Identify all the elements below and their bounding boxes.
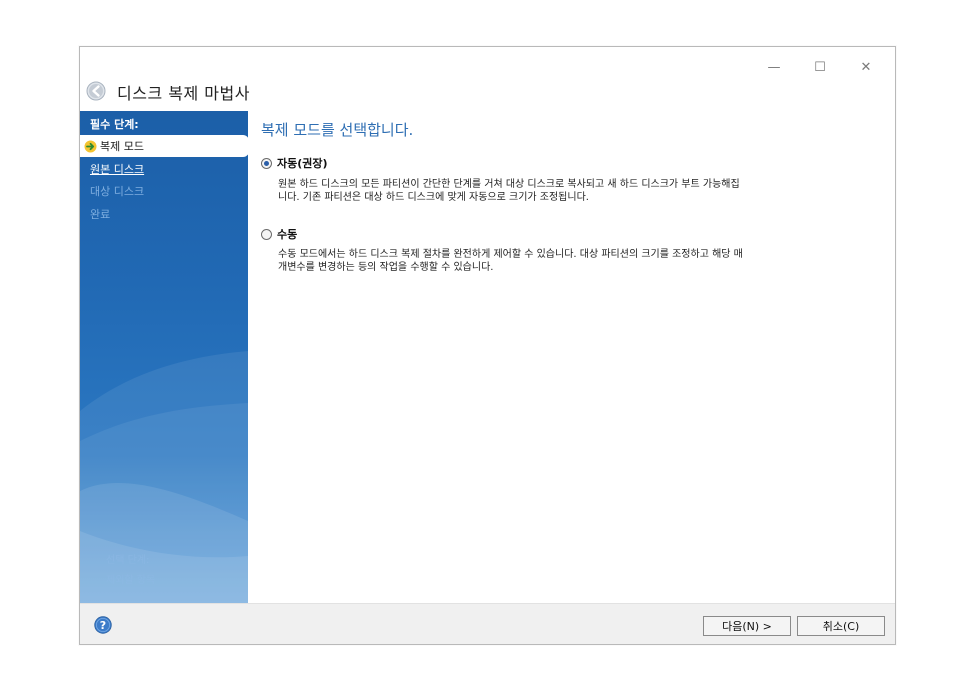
description-line: 수동 모드에서는 하드 디스크 복제 절차를 완전하게 제어할 수 있습니다. …: [278, 249, 743, 260]
cancel-button[interactable]: 취소(C): [797, 616, 885, 636]
sidebar-optional-item: 제외할 항목: [106, 575, 156, 586]
help-icon[interactable]: ?: [94, 616, 112, 634]
page-heading: 복제 모드를 선택합니다.: [261, 121, 414, 139]
back-arrow-icon[interactable]: [86, 81, 106, 101]
sidebar-heading: 필수 단계:: [90, 118, 139, 131]
title-bar: — ☐ ✕ 디스크 복제 마법사: [80, 47, 895, 110]
wizard-window: — ☐ ✕ 디스크 복제 마법사 필수 단계: 복제 모드 원본 디스크 대상 …: [79, 46, 896, 645]
window-controls: — ☐ ✕: [751, 53, 889, 81]
sidebar-item-label: 복제 모드: [100, 140, 144, 153]
sidebar-optional-heading: 선택 단계:: [106, 555, 150, 566]
sidebar-item-finish: 완료: [80, 203, 248, 225]
close-button[interactable]: ✕: [843, 53, 889, 81]
sidebar-item-label[interactable]: 원본 디스크: [80, 161, 144, 177]
main-content: 복제 모드를 선택합니다. 자동(권장) 원본 하드 디스크의 모든 파티션이 …: [248, 111, 895, 603]
sidebar-item-label: 완료: [90, 208, 111, 221]
option-label[interactable]: 수동: [277, 226, 297, 242]
svg-text:?: ?: [100, 619, 106, 632]
option-automatic[interactable]: 자동(권장): [261, 155, 328, 171]
green-arrow-icon: [84, 140, 97, 152]
sidebar-item-target-disk: 대상 디스크: [80, 180, 248, 202]
option-manual[interactable]: 수동: [261, 226, 297, 242]
description-line: 개변수를 변경하는 등의 작업을 수행할 수 있습니다.: [278, 262, 494, 273]
description-line: 니다. 기존 파티션은 대상 하드 디스크에 맞게 자동으로 크기가 조정됩니다…: [278, 192, 589, 203]
bottom-button-bar: ? 다음(N) > 취소(C): [80, 603, 895, 644]
radio-automatic[interactable]: [261, 157, 272, 169]
option-automatic-description: 원본 하드 디스크의 모든 파티션이 간단한 단계를 거쳐 대상 디스크로 복사…: [278, 178, 888, 204]
option-manual-description: 수동 모드에서는 하드 디스크 복제 절차를 완전하게 제어할 수 있습니다. …: [278, 248, 888, 274]
steps-sidebar: 필수 단계: 복제 모드 원본 디스크 대상 디스크 완료 선택 단계: 제외할…: [80, 111, 248, 603]
maximize-button[interactable]: ☐: [797, 53, 843, 81]
option-label[interactable]: 자동(권장): [277, 155, 328, 171]
sidebar-item-source-disk[interactable]: 원본 디스크: [80, 158, 248, 180]
window-title: 디스크 복제 마법사: [117, 84, 250, 103]
radio-manual[interactable]: [261, 228, 272, 240]
minimize-button[interactable]: —: [751, 53, 797, 81]
next-button[interactable]: 다음(N) >: [703, 616, 791, 636]
description-line: 원본 하드 디스크의 모든 파티션이 간단한 단계를 거쳐 대상 디스크로 복사…: [278, 179, 740, 190]
sidebar-item-clone-mode[interactable]: 복제 모드: [80, 135, 248, 157]
sidebar-item-label: 대상 디스크: [90, 185, 145, 198]
